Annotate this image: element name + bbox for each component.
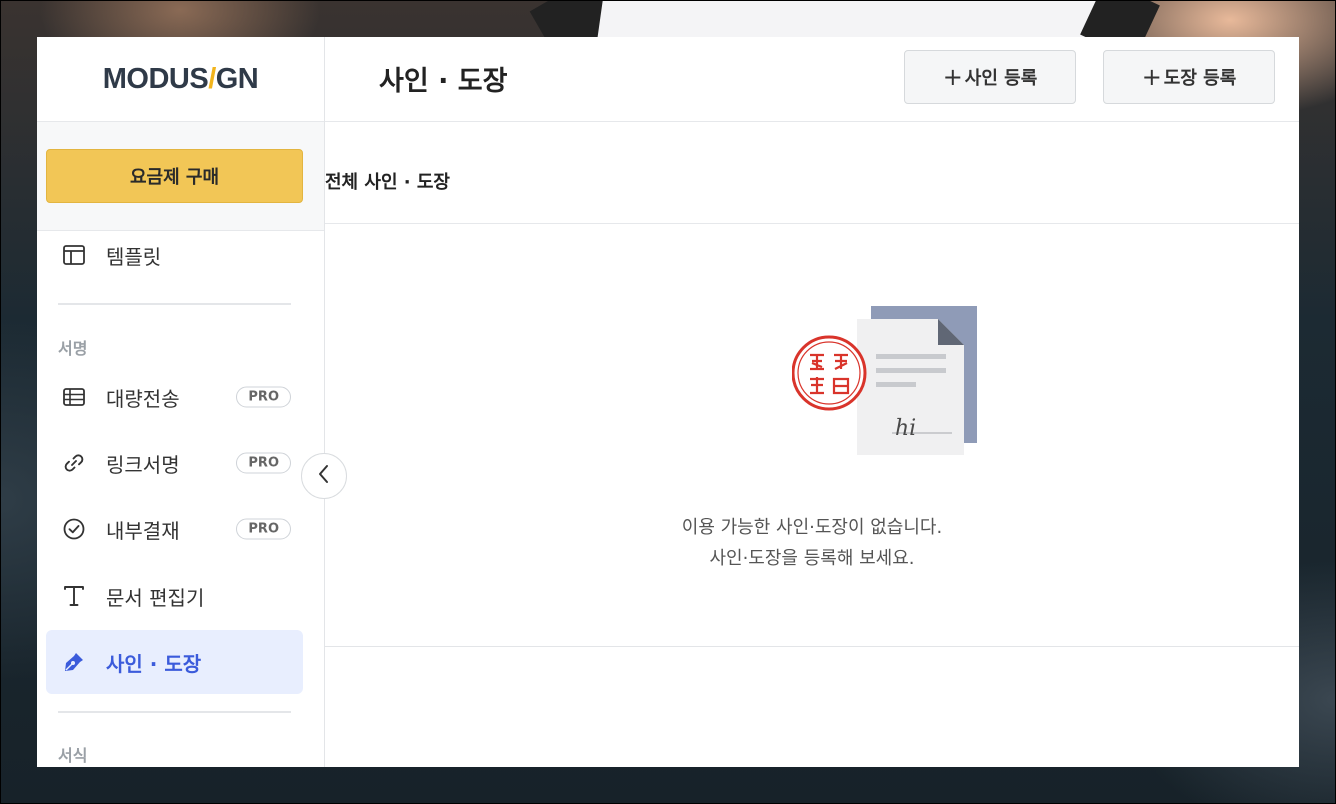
text-t-icon (62, 584, 86, 608)
sidebar-item-link-sign[interactable]: 링크서명 PRO (46, 431, 303, 495)
pro-badge: PRO (236, 386, 291, 408)
sidebar-divider (58, 303, 291, 305)
sidebar-item-label: 문서 편집기 (106, 585, 205, 610)
sidebar-item-document-editor[interactable]: 문서 편집기 (46, 564, 303, 628)
section-label-form: 서식 (58, 746, 88, 765)
add-sign-button[interactable]: + 사인 등록 (904, 50, 1076, 104)
logo[interactable]: MODUS / GN (37, 37, 324, 122)
table-icon (62, 385, 86, 409)
sidebar-item-bulk-send[interactable]: 대량전송 PRO (46, 365, 303, 429)
logo-slash: / (208, 62, 216, 95)
plus-icon: + (1141, 63, 1162, 91)
pro-badge: PRO (236, 518, 291, 540)
sidebar-item-internal-approval[interactable]: 내부결재 PRO (46, 497, 303, 561)
template-icon (62, 243, 86, 267)
section-label-sign: 서명 (58, 339, 88, 358)
pro-badge: PRO (236, 452, 291, 474)
pen-nib-icon (62, 650, 86, 674)
check-circle-icon (62, 517, 86, 541)
empty-message-line1: 이용 가능한 사인·도장이 없습니다. (681, 517, 943, 538)
logo-text-left: MODUS (102, 62, 209, 95)
sidebar-item-label: 대량전송 (106, 386, 180, 411)
page-title: 사인 · 도장 (379, 66, 508, 97)
sidebar-item-sign-stamp[interactable]: 사인 · 도장 (46, 630, 303, 694)
sidebar-top-area: 요금제 구매 (37, 122, 324, 231)
add-stamp-label: 도장 등록 (1163, 68, 1237, 89)
link-icon (62, 451, 86, 475)
stamp-circle (791, 335, 867, 411)
logo-text-right: GN (215, 62, 259, 95)
plus-icon: + (942, 63, 963, 91)
empty-message-line2: 사인·도장을 등록해 보세요. (709, 548, 915, 569)
add-stamp-button[interactable]: + 도장 등록 (1103, 50, 1275, 104)
sidebar-item-label: 내부결재 (106, 518, 180, 543)
plan-purchase-button[interactable]: 요금제 구매 (46, 149, 303, 203)
section-title: 전체 사인 · 도장 (325, 172, 450, 193)
section-header: 전체 사인 · 도장 (325, 122, 1299, 224)
sidebar-item-label: 사인 · 도장 (106, 651, 202, 676)
sidebar-item-label: 링크서명 (106, 452, 180, 477)
app-window: MODUS / GN 요금제 구매 템플릿 서명 대량전송 PRO 링크서명 P… (37, 37, 1299, 767)
add-sign-label: 사인 등록 (964, 68, 1038, 89)
sidebar-item-label: 템플릿 (106, 244, 162, 269)
empty-state: hi 이용 가능한 사인·도장이 없습니다. 사인·도장을 등록해 보세요. (325, 225, 1299, 647)
chevron-left-icon (317, 464, 331, 488)
sidebar-collapse-button[interactable] (301, 453, 347, 499)
sidebar: MODUS / GN 요금제 구매 템플릿 서명 대량전송 PRO 링크서명 P… (37, 37, 325, 767)
page-header: 사인 · 도장 + 사인 등록 + 도장 등록 (325, 37, 1299, 122)
sidebar-divider (58, 711, 291, 713)
sidebar-item-template[interactable]: 템플릿 (46, 223, 303, 287)
empty-illustration: hi (791, 305, 992, 469)
signature-mark: hi (895, 416, 916, 441)
